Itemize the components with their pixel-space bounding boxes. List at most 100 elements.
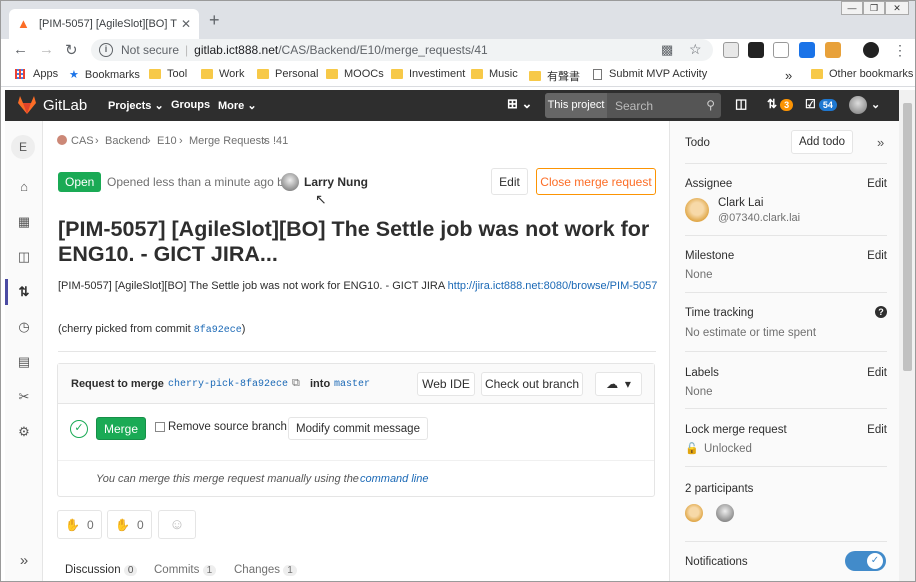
translate-icon[interactable]: ▩ <box>661 42 673 58</box>
assignee-edit-link[interactable]: Edit <box>867 178 887 190</box>
ci-cd-icon[interactable]: ◷ <box>16 319 32 335</box>
participant-avatar[interactable] <box>685 504 703 522</box>
help-icon[interactable]: ? <box>875 306 887 318</box>
check-out-branch-button[interactable]: Check out branch <box>481 372 583 396</box>
search-box[interactable]: This project Search ⚲ <box>545 93 721 118</box>
reload-icon[interactable]: ↻ <box>65 41 78 59</box>
web-ide-button[interactable]: Web IDE <box>417 372 475 396</box>
close-merge-request-button[interactable]: Close merge request <box>536 168 656 195</box>
search-input[interactable]: Search <box>615 99 653 113</box>
extension-icon[interactable] <box>723 42 739 58</box>
breadcrumb-backend[interactable]: Backend <box>105 135 148 147</box>
bookmark-label: Tool <box>167 68 188 80</box>
extension-icon[interactable] <box>825 42 841 58</box>
home-icon[interactable]: ⌂ <box>16 179 32 195</box>
user-avatar[interactable] <box>849 96 867 114</box>
breadcrumb-merge-requests[interactable]: Merge Requests <box>189 135 270 147</box>
bookmark-moocs[interactable]: MOOCs <box>326 68 384 80</box>
groups-link[interactable]: Groups <box>171 99 210 111</box>
collapse-right-sidebar-icon[interactable]: » <box>877 135 884 150</box>
milestone-edit-link[interactable]: Edit <box>867 250 887 262</box>
close-tab-icon[interactable]: ✕ <box>181 17 191 31</box>
bookmark-personal[interactable]: Personal <box>257 68 318 80</box>
merge-button[interactable]: Merge <box>96 417 146 440</box>
minimize-button[interactable]: — <box>841 1 863 15</box>
snippets-icon[interactable]: ✂ <box>16 389 32 405</box>
breadcrumb-e10[interactable]: E10 <box>157 135 177 147</box>
time-tracking-value: No estimate or time spent <box>685 327 817 339</box>
merge-requests-icon[interactable]: ⇅ <box>16 284 32 300</box>
bookmark-music[interactable]: Music <box>471 68 518 80</box>
collapse-sidebar-icon[interactable]: » <box>16 553 32 569</box>
bookmark-bookmarks[interactable]: ★ Bookmarks <box>69 68 140 82</box>
breadcrumb-cas[interactable]: CAS <box>57 135 94 147</box>
assignee-avatar[interactable] <box>685 198 709 222</box>
thumbs-up-button[interactable]: ✋ 0 <box>57 510 102 539</box>
add-reaction-button[interactable]: ☺ <box>158 510 196 539</box>
settings-icon[interactable]: ⚙ <box>16 424 32 440</box>
target-branch[interactable]: master <box>334 379 370 390</box>
source-branch[interactable]: cherry-pick-8fa92ece <box>168 379 288 390</box>
browser-tab[interactable]: ▲ [PIM-5057] [AgileSlot][BO] The S ✕ <box>9 9 199 39</box>
chevron-down-icon[interactable]: ⌄ <box>871 98 880 111</box>
search-scope[interactable]: This project <box>545 93 607 118</box>
extension-icon[interactable] <box>748 42 764 58</box>
breadcrumb-mr-id[interactable]: !41 <box>273 135 288 147</box>
lock-edit-link[interactable]: Edit <box>867 424 887 436</box>
project-avatar[interactable]: E <box>11 135 35 159</box>
tab-changes[interactable]: Changes 1 <box>234 564 297 576</box>
maximize-button[interactable]: ❒ <box>863 1 885 15</box>
menu-icon[interactable]: ⋮ <box>893 42 907 59</box>
new-tab-button[interactable]: + <box>209 10 220 31</box>
wiki-icon[interactable]: ▤ <box>16 354 32 370</box>
todos-nav[interactable]: ☑ 54 <box>805 97 837 111</box>
author-avatar[interactable] <box>281 173 299 191</box>
issues-icon[interactable]: ◫ <box>16 249 32 265</box>
tab-discussion[interactable]: Discussion 0 <box>65 564 138 576</box>
address-bar[interactable]: i Not secure | gitlab.ict888.net /CAS/Ba… <box>91 39 713 61</box>
breadcrumb-sep: › <box>179 135 183 147</box>
bookmark-tool[interactable]: Tool <box>149 68 187 80</box>
bookmark-audiobooks[interactable]: 有聲書 <box>529 68 580 84</box>
command-line-link[interactable]: command line <box>360 473 428 485</box>
bookmark-submit-mvp[interactable]: Submit MVP Activity <box>593 68 707 80</box>
extension-icon[interactable] <box>773 42 789 58</box>
author-name[interactable]: Larry Nung <box>304 175 368 189</box>
new-dropdown-icon[interactable]: ⊞ ⌄ <box>507 96 532 112</box>
notifications-toggle[interactable]: ✓ <box>845 551 886 571</box>
profile-avatar-icon[interactable] <box>863 42 879 58</box>
edit-button[interactable]: Edit <box>491 168 528 195</box>
forward-icon[interactable]: → <box>39 41 54 58</box>
more-menu[interactable]: More ⌄ <box>218 99 257 112</box>
bookmark-star-icon[interactable]: ☆ <box>689 41 702 58</box>
participant-avatar[interactable] <box>716 504 734 522</box>
bookmark-apps[interactable]: Apps <box>15 68 58 80</box>
close-window-button[interactable]: ✕ <box>885 1 909 15</box>
gitlab-brand[interactable]: GitLab <box>43 97 87 114</box>
bookmark-investiment[interactable]: Investiment <box>391 68 465 80</box>
repository-icon[interactable]: ▦ <box>16 214 32 230</box>
copy-branch-icon[interactable]: ⧉ <box>292 377 300 390</box>
remove-source-label[interactable]: Remove source branch <box>168 421 287 433</box>
web-ide-icon[interactable]: ◫ <box>735 96 747 112</box>
gitlab-logo-icon[interactable] <box>17 95 37 115</box>
labels-edit-link[interactable]: Edit <box>867 367 887 379</box>
bookmark-other[interactable]: Other bookmarks <box>811 68 913 80</box>
scrollbar-thumb[interactable] <box>903 103 912 371</box>
bookmarks-overflow-button[interactable]: » <box>785 68 792 83</box>
projects-menu[interactable]: Projects ⌄ <box>108 99 164 112</box>
bookmark-work[interactable]: Work <box>201 68 244 80</box>
remove-source-checkbox[interactable] <box>155 422 165 432</box>
info-icon[interactable]: i <box>99 43 113 57</box>
modify-commit-message-button[interactable]: Modify commit message <box>288 417 428 440</box>
assignee-name[interactable]: Clark Lai <box>718 197 763 209</box>
tab-commits[interactable]: Commits 1 <box>154 564 217 576</box>
add-todo-button[interactable]: Add todo <box>791 130 853 154</box>
download-dropdown-button[interactable]: ☁ ▾ <box>595 372 642 396</box>
jira-link[interactable]: http://jira.ict888.net:8080/browse/PIM-5… <box>448 280 658 292</box>
extension-icon[interactable] <box>799 42 815 58</box>
merge-requests-nav[interactable]: ⇅ 3 <box>767 97 794 111</box>
back-icon[interactable]: ← <box>13 41 28 58</box>
commit-link[interactable]: 8fa92ece <box>194 325 242 336</box>
thumbs-down-button[interactable]: ✋ 0 <box>107 510 152 539</box>
